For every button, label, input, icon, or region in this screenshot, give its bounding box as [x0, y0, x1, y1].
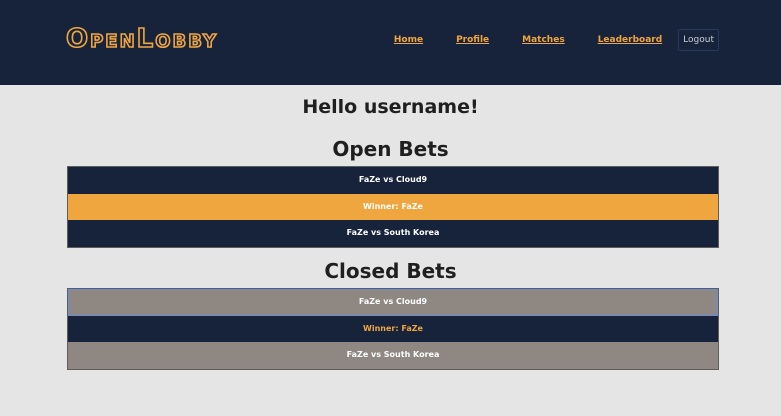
logout-button[interactable]: Logout: [678, 29, 719, 51]
closed-bet-row[interactable]: FaZe vs Cloud9: [68, 289, 718, 316]
open-bet-row[interactable]: FaZe vs Cloud9: [68, 167, 718, 194]
closed-bets-list: FaZe vs Cloud9 Winner: FaZe FaZe vs Sout…: [67, 288, 719, 370]
open-bets-list: FaZe vs Cloud9 Winner: FaZe FaZe vs Sout…: [67, 166, 719, 248]
closed-bet-row[interactable]: Winner: FaZe: [68, 315, 718, 342]
nav-link-profile[interactable]: Profile: [456, 35, 489, 45]
open-bet-row[interactable]: Winner: FaZe: [68, 193, 718, 220]
closed-bet-row[interactable]: FaZe vs South Korea: [68, 342, 718, 369]
openlobby-logo[interactable]: OpenLobby: [65, 23, 219, 55]
nav-link-matches[interactable]: Matches: [522, 35, 565, 45]
open-bets-title: Open Bets: [332, 137, 449, 161]
closed-bets-title: Closed Bets: [324, 259, 457, 283]
greeting-heading: Hello username!: [302, 96, 479, 118]
nav-link-leaderboard[interactable]: Leaderboard: [598, 35, 662, 45]
open-bet-row[interactable]: FaZe vs South Korea: [68, 220, 718, 247]
main-nav: Home Profile Matches Leaderboard Logout: [394, 29, 719, 51]
nav-link-home[interactable]: Home: [394, 35, 423, 45]
top-navbar: OpenLobby Home Profile Matches Leaderboa…: [0, 0, 781, 85]
logo-text: OpenLobby: [65, 23, 219, 55]
